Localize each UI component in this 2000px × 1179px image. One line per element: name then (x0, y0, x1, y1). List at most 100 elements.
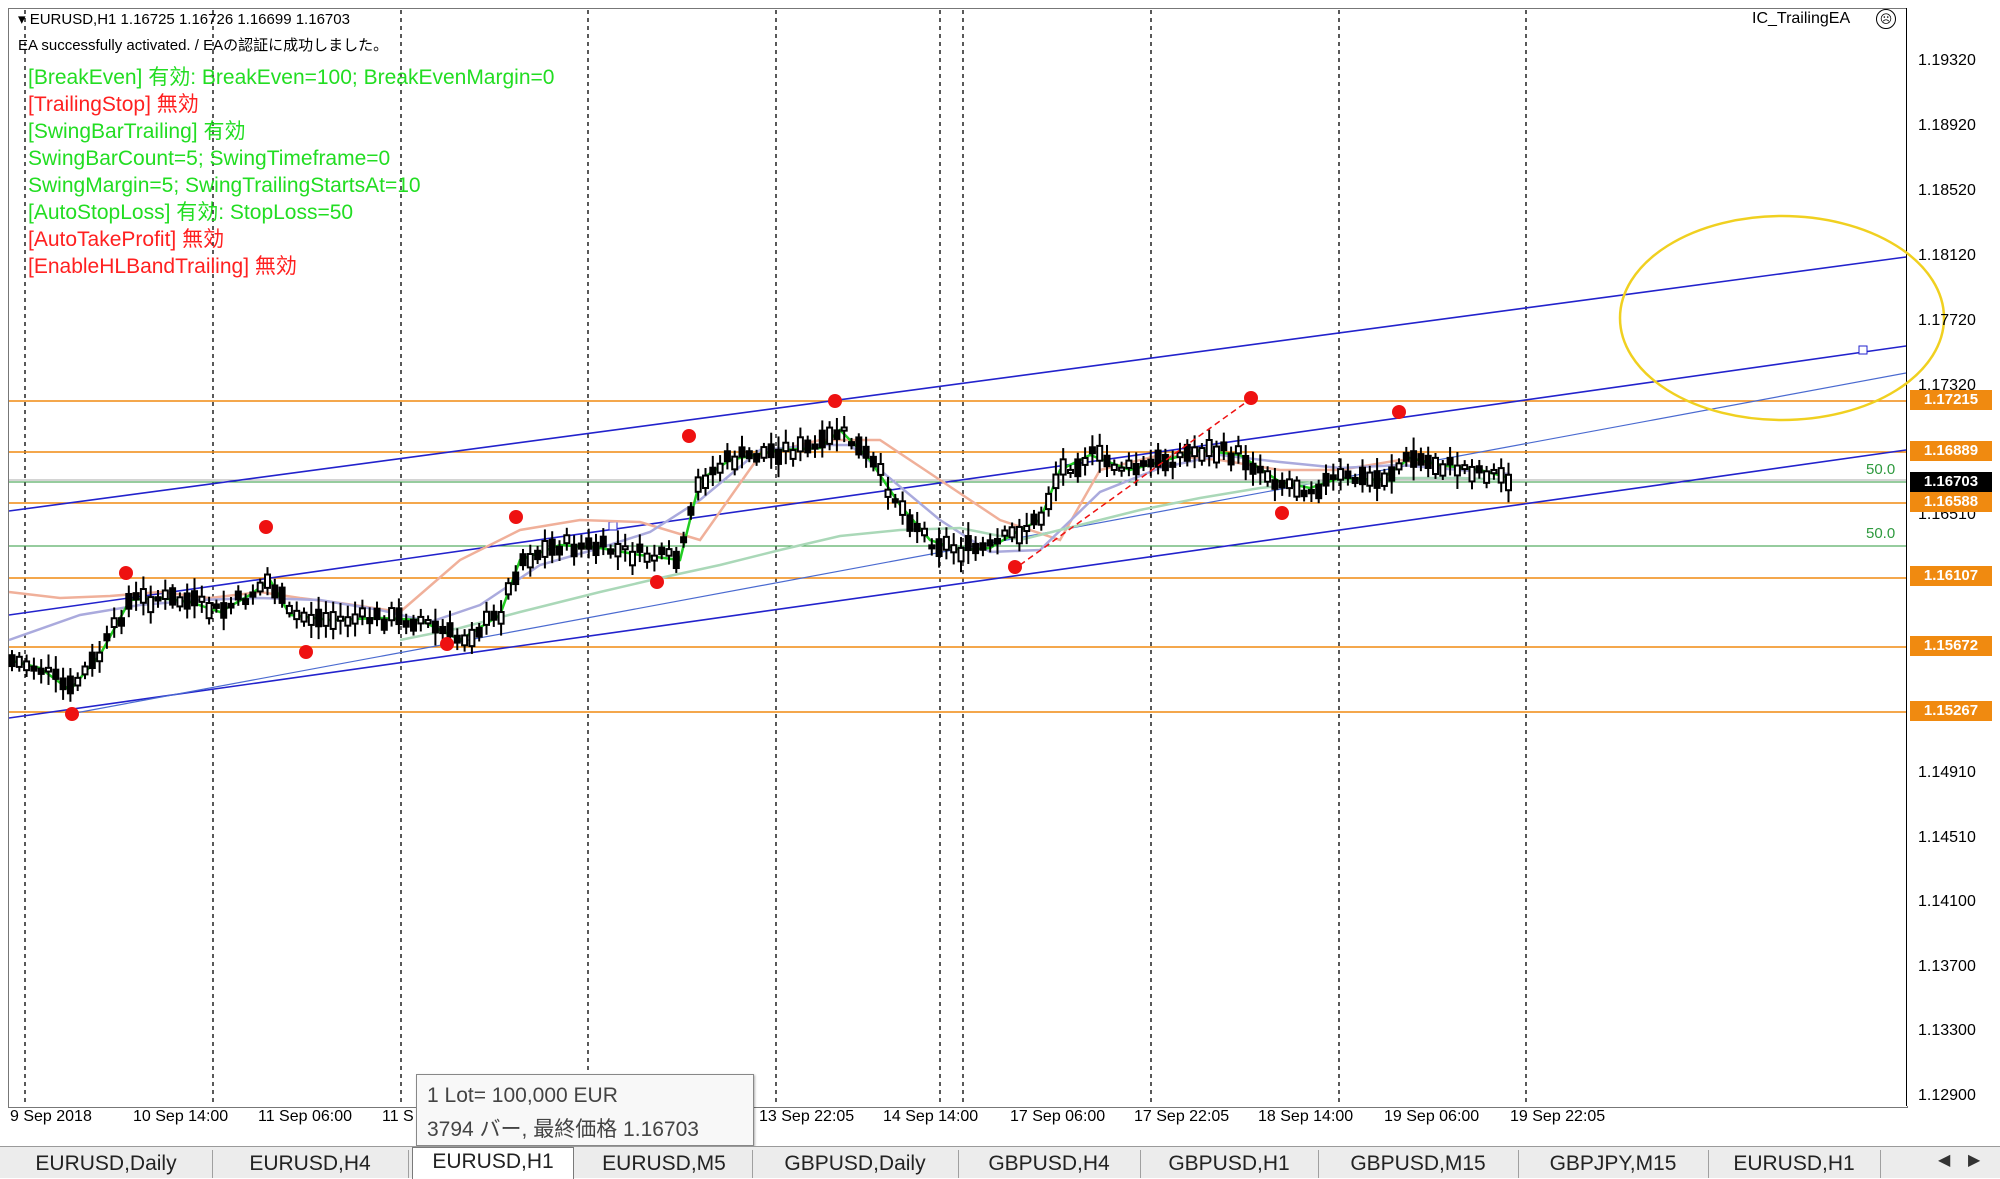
candle-body (1468, 465, 1476, 483)
tab-gbpjpy-m15[interactable]: GBPJPY,M15 (1518, 1150, 1709, 1178)
tab-gbpusd-h4[interactable]: GBPUSD,H4 (958, 1150, 1141, 1178)
tab-gbpusd-daily[interactable]: GBPUSD,Daily (752, 1150, 959, 1178)
candle-body (132, 592, 140, 601)
tab-eurusd-m5[interactable]: EURUSD,M5 (576, 1150, 753, 1178)
status-line: [SwingBarTrailing] 有効 (28, 120, 246, 143)
candle-body (1286, 478, 1293, 490)
candle-body (1439, 463, 1447, 477)
candle-body (439, 625, 447, 635)
candle-body (30, 665, 38, 672)
candle-body (650, 554, 658, 562)
status-line: SwingMargin=5; SwingTrailingStartsAt=10 (28, 174, 421, 197)
candle-body (1088, 446, 1096, 455)
candle-body (1329, 474, 1337, 480)
candle-body (1140, 460, 1147, 467)
candle-body (1067, 468, 1074, 474)
candle-body (745, 450, 753, 460)
candle-body (417, 615, 425, 625)
candle-body (1052, 473, 1060, 490)
candle-body (585, 537, 593, 550)
candle-body (1169, 461, 1177, 468)
candle-body (884, 488, 892, 498)
candle-body (285, 604, 293, 615)
candle-body (490, 610, 498, 621)
candle-body (1337, 468, 1345, 481)
tab-gbpusd-h1[interactable]: GBPUSD,H1 (1140, 1150, 1319, 1178)
candle-body (906, 514, 914, 532)
candle-body (672, 550, 680, 570)
candle-body (380, 618, 388, 631)
candle-body (1176, 451, 1184, 459)
candle-body (964, 535, 972, 552)
candle-body (534, 549, 542, 561)
candle-body (1198, 447, 1206, 462)
tab-eurusd-h4[interactable]: EURUSD,H4 (212, 1150, 409, 1178)
channel-handle (1858, 345, 1868, 355)
candle-body (329, 611, 337, 630)
tab-scroll-left-icon[interactable]: ◀ (1938, 1150, 1950, 1170)
candle-body (191, 590, 198, 607)
candle-body (1373, 470, 1381, 489)
candle-body (351, 613, 359, 625)
candle-body (402, 620, 410, 628)
fib-label: 50.0 (1866, 461, 1896, 478)
candle-body (614, 542, 622, 558)
candle-body (1351, 476, 1359, 484)
candle-body (789, 449, 797, 460)
time-label: 18 Sep 14:00 (1258, 1108, 1354, 1125)
candle-body (855, 436, 863, 456)
candle-body (431, 620, 439, 634)
candle-body (424, 618, 432, 625)
candle-body (8, 654, 16, 668)
price-tick: 1.18920 (1918, 117, 1976, 134)
candle-body (1307, 488, 1315, 495)
candle-body (1132, 462, 1140, 476)
price-tick: 1.14100 (1918, 893, 1976, 910)
candle-body (1074, 458, 1082, 478)
candle-body (52, 668, 60, 680)
candle-body (475, 626, 483, 638)
candle-body (818, 429, 826, 449)
candle-body (1147, 458, 1155, 468)
candle-body (198, 595, 206, 603)
candle-body (1110, 463, 1118, 471)
candle-body (59, 677, 67, 691)
candle-body (556, 545, 563, 556)
candle-body (563, 534, 571, 545)
candle-body (636, 543, 644, 553)
level-badge: 1.15267 (1910, 701, 1992, 721)
level-badge: 1.16889 (1910, 441, 1992, 461)
candle-body (337, 615, 344, 622)
candle-body (1023, 524, 1031, 533)
candle-body (1213, 445, 1220, 464)
candle-body (1220, 441, 1228, 452)
candle-body (913, 522, 921, 533)
candle-body (358, 607, 366, 618)
candle-body (1161, 453, 1169, 472)
candle-body (1191, 446, 1199, 458)
tooltip-bars: 3794 バー, 最終価格 1.16703 (427, 1118, 699, 1141)
tab-scroll-right-icon[interactable]: ▶ (1968, 1150, 1980, 1170)
candle-body (497, 611, 505, 625)
candle-body (183, 592, 191, 610)
tab-eurusd-h1-2[interactable]: EURUSD,H1 (1708, 1150, 1881, 1178)
candle-body (315, 608, 323, 628)
candle-body (154, 596, 162, 602)
candles (8, 416, 1512, 702)
tab-eurusd-h1[interactable]: EURUSD,H1 (412, 1147, 574, 1179)
tab-gbpusd-m15[interactable]: GBPUSD,M15 (1318, 1150, 1519, 1178)
status-line: [EnableHLBandTrailing] 無効 (28, 255, 297, 278)
time-label: 17 Sep 06:00 (1010, 1108, 1106, 1125)
candle-body (716, 462, 724, 474)
candle-body (1402, 451, 1410, 462)
price-tick: 1.14910 (1918, 764, 1976, 781)
candle-body (1293, 479, 1301, 498)
dropdown-arrow-icon[interactable]: ▾ (18, 11, 30, 28)
ea-smiley-icon[interactable]: ☹ (1876, 9, 1896, 29)
candle-body (665, 548, 673, 557)
candle-body (453, 634, 461, 644)
candle-body (23, 660, 31, 672)
candle-body (395, 607, 403, 626)
tab-eurusd-daily[interactable]: EURUSD,Daily (0, 1150, 213, 1178)
candle-body (629, 550, 636, 567)
